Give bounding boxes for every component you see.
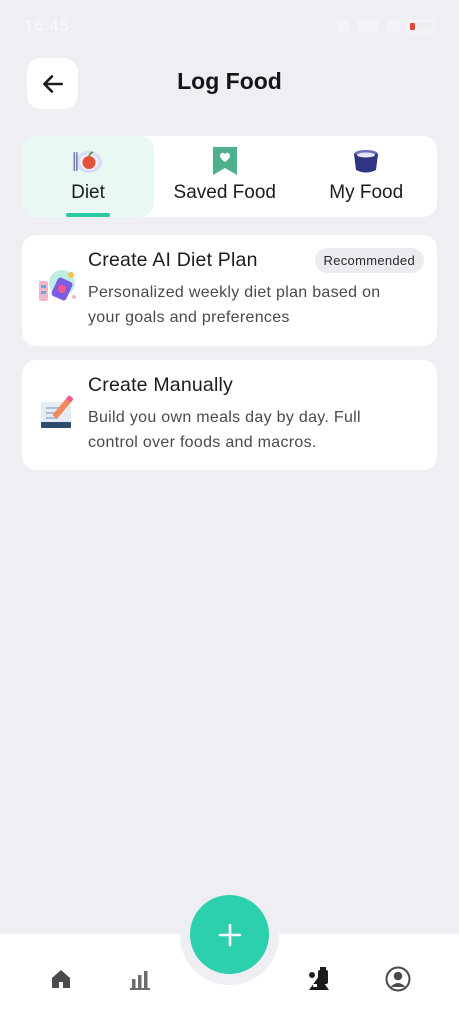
food-bowl-icon [350, 145, 382, 177]
card-desc-ai-plan: Personalized weekly diet plan based on y… [88, 280, 421, 330]
nav-profile[interactable] [383, 964, 413, 994]
status-bar: 16:45 [0, 0, 459, 52]
card-desc-manual-line1: Build you own meals day by day. Full [88, 409, 361, 426]
nav-stats[interactable] [125, 964, 155, 994]
tab-label-diet: Diet [71, 182, 105, 203]
add-icon [218, 923, 241, 946]
home-icon [52, 970, 70, 988]
nav-home[interactable] [46, 964, 76, 994]
add-button[interactable] [190, 895, 269, 974]
notebook-pencil-icon [38, 392, 78, 432]
card-title-manual: Create Manually [88, 374, 233, 396]
tab-my-food[interactable]: My Food [296, 136, 438, 217]
tab-label-my-food: My Food [329, 182, 404, 203]
card-desc-manual: Build you own meals day by day. Full con… [88, 405, 421, 455]
card-desc-manual-line2: control over foods and macros. [88, 434, 317, 451]
tab-diet[interactable]: Diet [22, 136, 154, 217]
tab-bar: Diet Saved Food My Food [22, 136, 437, 217]
plate-apple-icon [72, 145, 104, 177]
tab-label-saved-food: Saved Food [173, 182, 276, 203]
wifi-icon [386, 20, 400, 32]
battery-icon [407, 19, 435, 33]
recommended-badge: Recommended [314, 248, 424, 273]
stats-icon [130, 971, 150, 990]
ai-plan-icon [38, 267, 78, 307]
log-food-screen: 16:45 Log Food Diet Saved Food My Food C… [0, 0, 459, 1024]
profile-icon [385, 966, 411, 992]
create-manually-card[interactable]: Create Manually Build you own meals day … [22, 360, 437, 470]
page-title: Log Food [177, 68, 282, 94]
tab-saved-food[interactable]: Saved Food [154, 136, 296, 217]
bookmark-heart-icon [209, 145, 241, 177]
alarm-icon [337, 20, 350, 32]
card-desc-ai-plan-line1: Personalized weekly diet plan based on [88, 284, 381, 301]
signal-icon [357, 20, 379, 32]
status-icons [337, 19, 435, 33]
nav-diet[interactable] [303, 964, 333, 994]
status-time: 16:45 [24, 17, 70, 35]
diet-icon [309, 967, 329, 990]
active-tab-indicator [66, 213, 110, 217]
create-ai-diet-plan-card[interactable]: Create AI Diet Plan Recommended Personal… [22, 235, 437, 346]
card-desc-ai-plan-line2: your goals and preferences [88, 309, 290, 326]
